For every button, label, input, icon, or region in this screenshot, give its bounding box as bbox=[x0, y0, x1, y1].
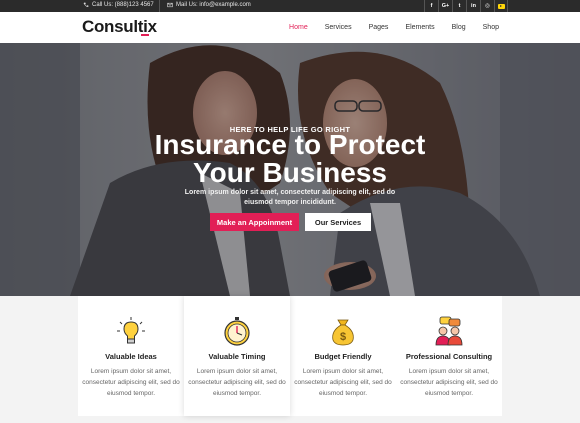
feature-title: Valuable Timing bbox=[208, 352, 266, 361]
our-services-button[interactable]: Our Services bbox=[305, 213, 371, 231]
nav-item-services[interactable]: Services bbox=[325, 24, 352, 31]
hero-headline: Insurance to Protect Your Business bbox=[0, 131, 580, 187]
feature-card-valuable-timing[interactable]: Valuable Timing Lorem ipsum dolor sit am… bbox=[184, 296, 290, 416]
social-links: f G+ t in ◎ bbox=[424, 0, 508, 12]
logo-accent-bar bbox=[141, 34, 149, 36]
feature-description: Lorem ipsum dolor sit amet, consectetur … bbox=[294, 368, 392, 397]
lightbulb-icon bbox=[117, 317, 145, 344]
top-bar: Call Us: (888)123 4567 Mail Us: info@exa… bbox=[0, 0, 580, 12]
topbar-divider bbox=[159, 0, 160, 12]
main-navbar: Consultix Home Services Pages Elements B… bbox=[0, 12, 580, 43]
consulting-people-icon bbox=[435, 316, 463, 346]
feature-description: Lorem ipsum dolor sit amet, consectetur … bbox=[400, 368, 498, 397]
appointment-button[interactable]: Make an Appoinment bbox=[210, 213, 299, 231]
hero-headline-line-1: Insurance to Protect bbox=[154, 129, 426, 160]
feature-card-valuable-ideas[interactable]: Valuable Ideas Lorem ipsum dolor sit ame… bbox=[78, 296, 184, 416]
youtube-icon[interactable] bbox=[494, 0, 508, 12]
email-text: Mail Us: info@example.com bbox=[176, 2, 251, 8]
feature-card-budget-friendly[interactable]: $ Budget Friendly Lorem ipsum dolor sit … bbox=[290, 296, 396, 416]
twitter-icon[interactable]: t bbox=[452, 0, 466, 12]
nav-item-shop[interactable]: Shop bbox=[483, 24, 499, 31]
instagram-icon[interactable]: ◎ bbox=[480, 0, 494, 12]
feature-title: Valuable Ideas bbox=[105, 352, 157, 361]
google-plus-icon[interactable]: G+ bbox=[438, 0, 452, 12]
feature-description: Lorem ipsum dolor sit amet, consectetur … bbox=[188, 368, 286, 397]
email-contact[interactable]: Mail Us: info@example.com bbox=[167, 2, 251, 8]
hero-subtext: Lorem ipsum dolor sit amet, consectetur … bbox=[184, 189, 396, 206]
main-menu: Home Services Pages Elements Blog Shop bbox=[272, 24, 499, 31]
hero-banner: HERE TO HELP LIFE GO RIGHT Insurance to … bbox=[0, 43, 580, 296]
hero-headline-line-2: Your Business bbox=[193, 157, 387, 188]
mail-icon bbox=[167, 2, 173, 8]
svg-text:$: $ bbox=[340, 331, 346, 343]
nav-item-blog[interactable]: Blog bbox=[452, 24, 466, 31]
nav-item-home[interactable]: Home bbox=[289, 24, 308, 31]
linkedin-icon[interactable]: in bbox=[466, 0, 480, 12]
features-section: Valuable Ideas Lorem ipsum dolor sit ame… bbox=[0, 296, 580, 423]
facebook-icon[interactable]: f bbox=[424, 0, 438, 12]
phone-contact[interactable]: Call Us: (888)123 4567 bbox=[83, 2, 154, 8]
money-bag-icon: $ bbox=[332, 319, 354, 346]
phone-text: Call Us: (888)123 4567 bbox=[92, 2, 154, 8]
feature-title: Budget Friendly bbox=[314, 352, 372, 361]
feature-title: Professional Consulting bbox=[405, 352, 493, 361]
feature-card-professional-consulting[interactable]: Professional Consulting Lorem ipsum dolo… bbox=[396, 296, 502, 416]
stopwatch-icon bbox=[224, 317, 250, 346]
nav-item-elements[interactable]: Elements bbox=[405, 24, 434, 31]
nav-item-pages[interactable]: Pages bbox=[369, 24, 389, 31]
feature-description: Lorem ipsum dolor sit amet, consectetur … bbox=[82, 368, 180, 397]
phone-icon bbox=[83, 2, 89, 7]
